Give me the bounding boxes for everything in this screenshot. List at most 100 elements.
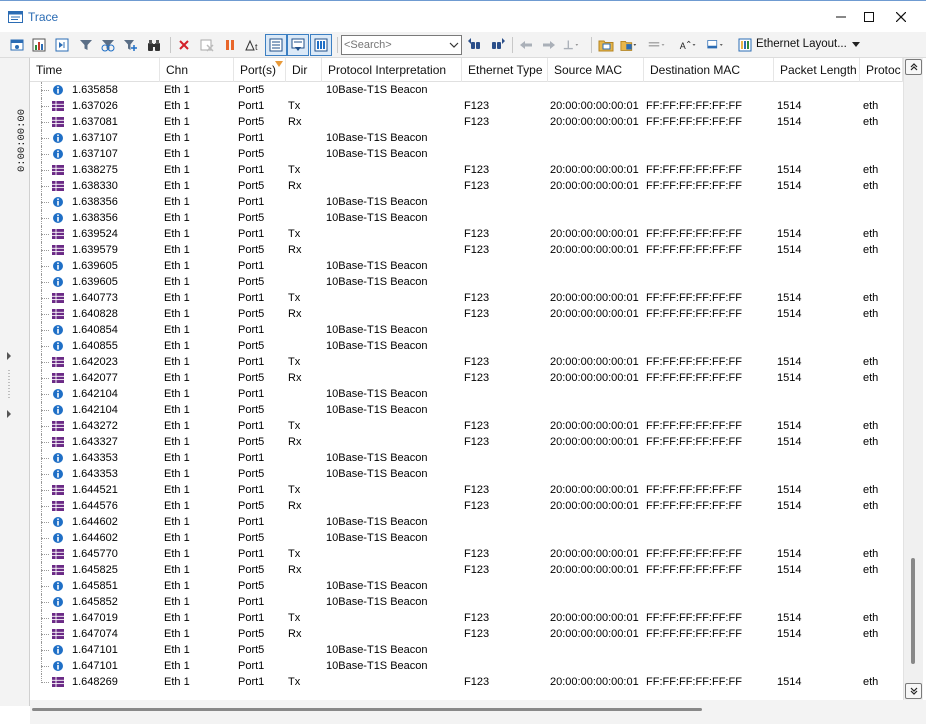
vertical-scrollbar[interactable] bbox=[903, 58, 923, 700]
column-header-chn[interactable]: Chn bbox=[160, 58, 234, 82]
column-header-etype[interactable]: Ethernet Type bbox=[462, 58, 548, 82]
search-input[interactable] bbox=[344, 37, 444, 53]
table-row[interactable]: 1.642077 Eth 1 Port5 Rx F123 20:00:00:00:00:0… bbox=[30, 370, 903, 386]
chevron-down-icon[interactable] bbox=[449, 40, 459, 50]
layout-selector[interactable]: Ethernet Layout... bbox=[756, 38, 847, 50]
maximize-button[interactable] bbox=[854, 5, 884, 29]
toolbar-button-back[interactable] bbox=[517, 36, 535, 54]
search-box[interactable] bbox=[341, 35, 462, 55]
find-next-icon bbox=[492, 38, 505, 49]
toolbar-button-open-config[interactable] bbox=[597, 36, 615, 54]
toolbar-button-forward[interactable] bbox=[540, 36, 558, 54]
table-row[interactable]: 1.638356 Eth 1 Port1 10Base-T1S Beacon bbox=[30, 194, 903, 210]
toolbar-button-clear[interactable] bbox=[198, 36, 216, 54]
cell-protoc: eth bbox=[863, 244, 879, 256]
toolbar-button-delta-time[interactable]: t bbox=[244, 36, 262, 54]
panel-expand-arrow-icon[interactable] bbox=[6, 352, 12, 360]
toolbar-button-layout[interactable] bbox=[736, 36, 754, 54]
table-row[interactable]: 1.647101 Eth 1 Port5 10Base-T1S Beacon bbox=[30, 642, 903, 658]
cell-etype: F123 bbox=[464, 420, 490, 432]
find-previous-icon bbox=[468, 38, 480, 49]
table-row[interactable]: 1.639605 Eth 1 Port5 10Base-T1S Beacon bbox=[30, 274, 903, 290]
table-row[interactable]: 1.645825 Eth 1 Port5 Rx F123 20:00:00:00:00:0… bbox=[30, 562, 903, 578]
toolbar-button-font-size[interactable]: A bbox=[679, 36, 697, 54]
toolbar-button-window[interactable] bbox=[8, 36, 26, 54]
scroll-up-button[interactable] bbox=[905, 59, 922, 75]
table-row[interactable]: 1.640855 Eth 1 Port5 10Base-T1S Beacon bbox=[30, 338, 903, 354]
table-row[interactable]: 1.635858 Eth 1 Port5 10Base-T1S Beacon bbox=[30, 82, 903, 98]
cell-len: 1514 bbox=[777, 420, 802, 432]
column-header-proto[interactable]: Protocol Interpretation bbox=[322, 58, 462, 82]
cell-etype bbox=[464, 514, 548, 530]
column-header-dst[interactable]: Destination MAC bbox=[644, 58, 774, 82]
toolbar-button-layout-lines[interactable] bbox=[648, 36, 666, 54]
table-row[interactable]: 1.642104 Eth 1 Port5 10Base-T1S Beacon bbox=[30, 402, 903, 418]
table-row[interactable]: 1.644521 Eth 1 Port1 Tx F123 20:00:00:00:00:0… bbox=[30, 482, 903, 498]
table-row[interactable]: 1.639579 Eth 1 Port5 Rx F123 20:00:00:00:00:0… bbox=[30, 242, 903, 258]
table-row[interactable]: 1.639605 Eth 1 Port1 10Base-T1S Beacon bbox=[30, 258, 903, 274]
table-row[interactable]: 1.640828 Eth 1 Port5 Rx F123 20:00:00:00:00:0… bbox=[30, 306, 903, 322]
table-row[interactable]: 1.643353 Eth 1 Port5 10Base-T1S Beacon bbox=[30, 466, 903, 482]
horizontal-scroll-thumb[interactable] bbox=[32, 708, 702, 711]
table-row[interactable]: 1.643327 Eth 1 Port5 Rx F123 20:00:00:00:00:0… bbox=[30, 434, 903, 450]
toolbar-button-filter-add[interactable] bbox=[121, 36, 139, 54]
table-row[interactable]: 1.647074 Eth 1 Port5 Rx F123 20:00:00:00:00:0… bbox=[30, 626, 903, 642]
cell-chn: Eth 1 bbox=[164, 628, 190, 640]
table-row[interactable]: 1.647101 Eth 1 Port1 10Base-T1S Beacon bbox=[30, 658, 903, 674]
column-header-protoc[interactable]: Protoc bbox=[860, 58, 903, 82]
column-header-port[interactable]: Port(s) bbox=[234, 58, 286, 82]
table-row[interactable]: 1.638330 Eth 1 Port5 Rx F123 20:00:00:00:00:0… bbox=[30, 178, 903, 194]
toolbar-button-save-config[interactable] bbox=[620, 36, 638, 54]
table-row[interactable]: 1.644602 Eth 1 Port5 10Base-T1S Beacon bbox=[30, 530, 903, 546]
table-row[interactable]: 1.640773 Eth 1 Port1 Tx F123 20:00:00:00:00:0… bbox=[30, 290, 903, 306]
table-row[interactable]: 1.639524 Eth 1 Port1 Tx F123 20:00:00:00:00:0… bbox=[30, 226, 903, 242]
cell-dir: Tx bbox=[288, 676, 301, 688]
close-button[interactable] bbox=[886, 5, 916, 29]
cell-etype bbox=[464, 258, 548, 274]
toolbar-button-display-options[interactable] bbox=[707, 36, 725, 54]
toolbar-button-filter[interactable] bbox=[77, 36, 95, 54]
column-header-dir[interactable]: Dir bbox=[286, 58, 322, 82]
table-row[interactable]: 1.638356 Eth 1 Port5 10Base-T1S Beacon bbox=[30, 210, 903, 226]
scroll-down-button[interactable] bbox=[905, 683, 922, 699]
expand-icon bbox=[55, 38, 69, 52]
table-row[interactable]: 1.637081 Eth 1 Port5 Rx F123 20:00:00:00:00:0… bbox=[30, 114, 903, 130]
column-header-time[interactable]: Time bbox=[30, 58, 160, 82]
toolbar-button-chronological[interactable] bbox=[265, 34, 287, 56]
splitter-grip-icon[interactable] bbox=[8, 370, 10, 400]
toolbar-button-scroll[interactable] bbox=[287, 34, 309, 56]
horizontal-scrollbar[interactable] bbox=[30, 700, 926, 724]
table-row[interactable]: 1.642023 Eth 1 Port1 Tx F123 20:00:00:00:00:0… bbox=[30, 354, 903, 370]
table-row[interactable]: 1.647019 Eth 1 Port1 Tx F123 20:00:00:00:00:0… bbox=[30, 610, 903, 626]
table-row[interactable]: 1.640854 Eth 1 Port1 10Base-T1S Beacon bbox=[30, 322, 903, 338]
toolbar-button-delete[interactable] bbox=[175, 36, 193, 54]
toolbar-button-filter-remove[interactable] bbox=[99, 36, 117, 54]
table-row[interactable]: 1.643353 Eth 1 Port1 10Base-T1S Beacon bbox=[30, 450, 903, 466]
vertical-scroll-thumb[interactable] bbox=[911, 558, 915, 664]
table-row[interactable]: 1.638275 Eth 1 Port1 Tx F123 20:00:00:00:00:0… bbox=[30, 162, 903, 178]
toolbar-button-columns[interactable] bbox=[310, 34, 332, 56]
table-row[interactable]: 1.648269 Eth 1 Port1 Tx F123 20:00:00:00:00:0… bbox=[30, 674, 903, 690]
chevron-down-icon[interactable] bbox=[852, 42, 860, 48]
toolbar-button-marker[interactable] bbox=[562, 36, 580, 54]
table-row[interactable]: 1.645852 Eth 1 Port1 10Base-T1S Beacon bbox=[30, 594, 903, 610]
panel-expand-arrow-icon[interactable] bbox=[6, 410, 12, 418]
table-row[interactable]: 1.637107 Eth 1 Port1 10Base-T1S Beacon bbox=[30, 130, 903, 146]
minimize-button[interactable] bbox=[826, 5, 856, 29]
table-row[interactable]: 1.637107 Eth 1 Port5 10Base-T1S Beacon bbox=[30, 146, 903, 162]
toolbar-button-find-previous[interactable] bbox=[466, 36, 484, 54]
toolbar-button-find[interactable] bbox=[145, 36, 163, 54]
column-header-src[interactable]: Source MAC bbox=[548, 58, 644, 82]
table-row[interactable]: 1.644602 Eth 1 Port1 10Base-T1S Beacon bbox=[30, 514, 903, 530]
table-row[interactable]: 1.645770 Eth 1 Port1 Tx F123 20:00:00:00:00:0… bbox=[30, 546, 903, 562]
table-row[interactable]: 1.642104 Eth 1 Port1 10Base-T1S Beacon bbox=[30, 386, 903, 402]
toolbar-button-statistics[interactable] bbox=[30, 36, 48, 54]
table-row[interactable]: 1.645851 Eth 1 Port5 10Base-T1S Beacon bbox=[30, 578, 903, 594]
toolbar-button-expand[interactable] bbox=[53, 36, 71, 54]
toolbar-button-pause[interactable] bbox=[221, 36, 239, 54]
toolbar-button-find-next[interactable] bbox=[489, 36, 507, 54]
table-row[interactable]: 1.644576 Eth 1 Port5 Rx F123 20:00:00:00:00:0… bbox=[30, 498, 903, 514]
table-row[interactable]: 1.637026 Eth 1 Port1 Tx F123 20:00:00:00:00:0… bbox=[30, 98, 903, 114]
column-header-len[interactable]: Packet Length bbox=[774, 58, 860, 82]
table-row[interactable]: 1.643272 Eth 1 Port1 Tx F123 20:00:00:00:00:0… bbox=[30, 418, 903, 434]
